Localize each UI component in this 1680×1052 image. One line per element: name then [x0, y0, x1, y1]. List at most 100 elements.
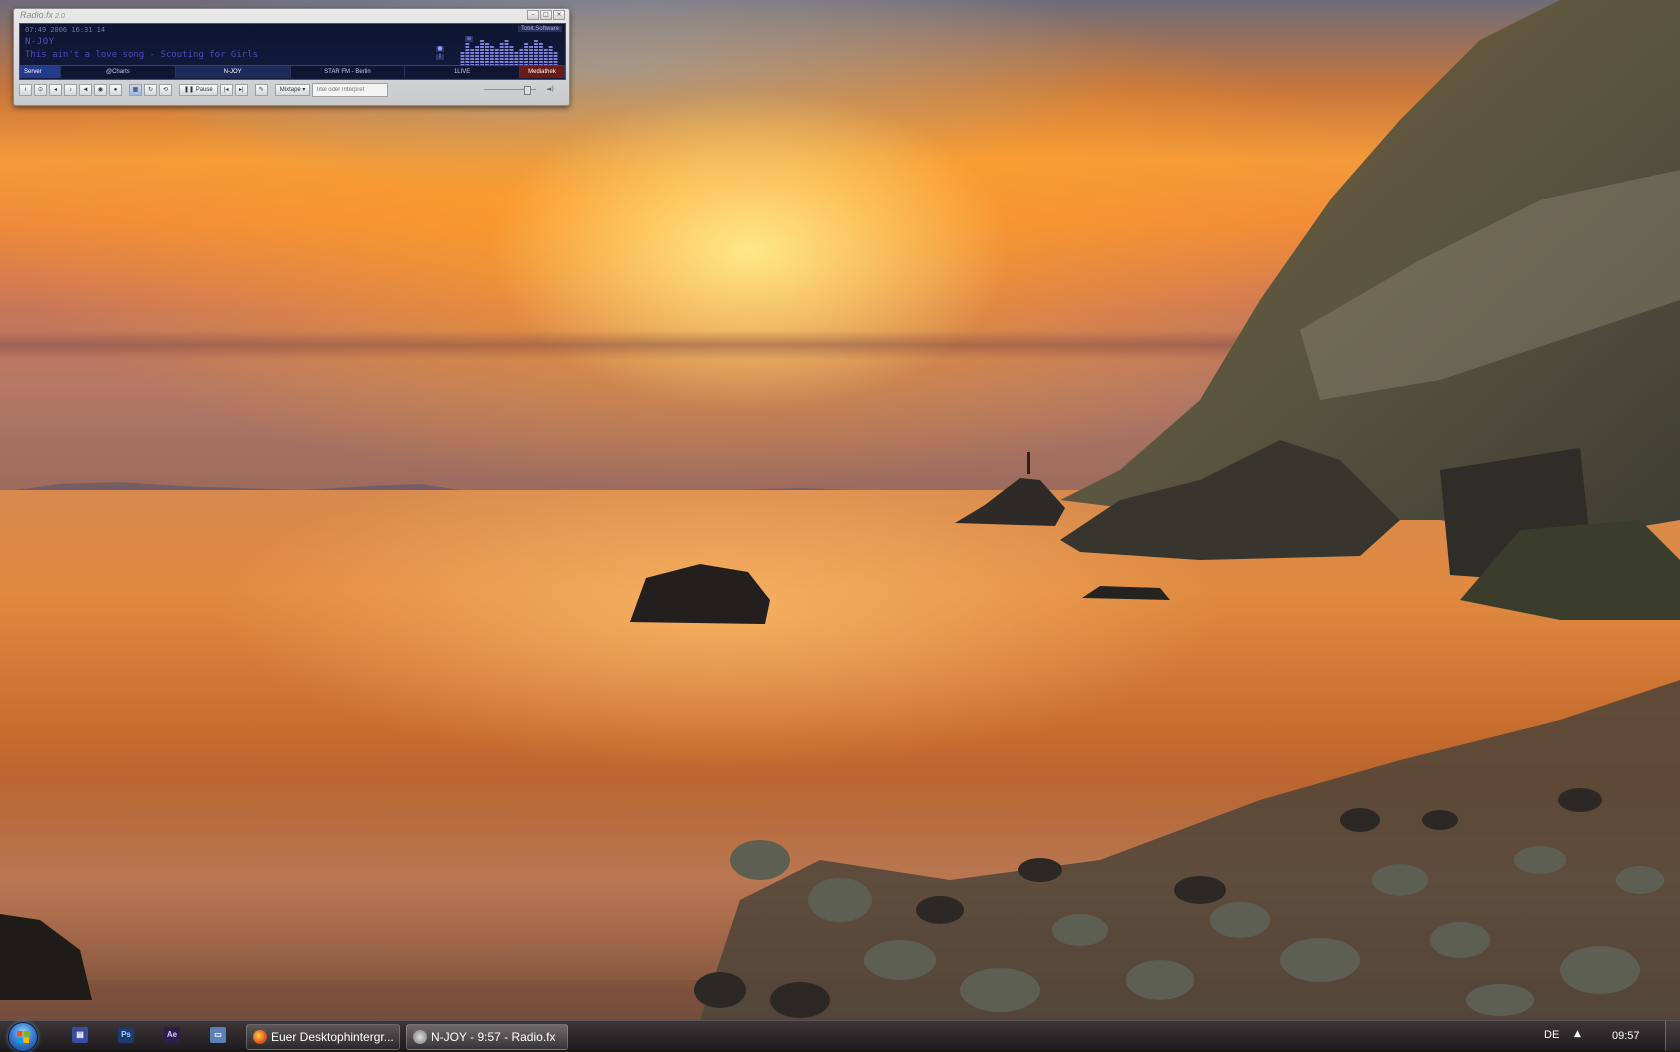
station-tab[interactable]: N-JOY: [175, 66, 291, 78]
spectrum-bar-segment: [509, 61, 514, 63]
spectrum-visualizer: [460, 40, 558, 68]
after-effects-icon[interactable]: Ae: [164, 1027, 180, 1043]
cliff-and-rocks: [0, 0, 1680, 1020]
spectrum-bar-segment: [504, 46, 509, 48]
spectrum-bar-segment: [480, 52, 484, 54]
spectrum-bar-segment: [489, 58, 494, 60]
spectrum-bar-segment: [494, 55, 499, 57]
repeat-button[interactable]: ⟲: [159, 84, 172, 96]
spectrum-bar-segment: [524, 61, 529, 63]
show-desktop-icon[interactable]: ▭: [210, 1027, 226, 1043]
window-title: Radio.fx 2.0: [20, 10, 65, 20]
station-tab[interactable]: @Charts: [61, 66, 176, 78]
photoshop-icon[interactable]: Ps: [118, 1027, 134, 1043]
spectrum-bar-segment: [538, 58, 543, 60]
firefox-icon: [253, 1029, 267, 1044]
spectrum-bar-segment: [465, 58, 470, 60]
show-desktop-button[interactable]: [1665, 1021, 1680, 1051]
spectrum-bar-segment: [538, 43, 543, 45]
spectrum-bar-segment: [509, 58, 514, 60]
station-tab[interactable]: Server: [20, 66, 61, 78]
spectrum-bar-segment: [504, 58, 509, 60]
station-tabs: Server @Charts N-JOY STAR FM - Berlin 1LIVE M…: [20, 65, 565, 78]
task-radiofx[interactable]: N-JOY - 9:57 - Radio.fx: [406, 1024, 568, 1050]
spectrum-bar-segment: [529, 46, 533, 48]
spectrum-bar-segment: [519, 61, 524, 63]
spectrum-bar-segment: [514, 61, 519, 63]
system-clock[interactable]: 09:57: [1612, 1030, 1640, 1042]
settings-wrench-icon[interactable]: ✎: [254, 84, 268, 96]
spectrum-bar-segment: [534, 55, 538, 57]
radiofx-window[interactable]: Radio.fx 2.0 – □ × 07:49 2006 16:31 14 N-…: [13, 8, 570, 106]
spectrum-bar-segment: [494, 52, 499, 54]
volume-knob[interactable]: [524, 86, 531, 95]
task-firefox[interactable]: Euer Desktophintergr...: [246, 1024, 400, 1050]
speaker-icon[interactable]: ◄: [79, 84, 92, 96]
spectrum-bar-segment: [465, 61, 470, 63]
spectrum-bar-segment: [529, 61, 533, 63]
current-station: N-JOY: [25, 37, 55, 47]
close-button[interactable]: ×: [553, 10, 565, 20]
start-button[interactable]: [8, 1022, 38, 1052]
view-toggle-button[interactable]: ▦: [129, 84, 142, 96]
spectrum-bar-segment: [465, 52, 470, 54]
spectrum-bar-segment: [480, 55, 484, 57]
window-titlebar[interactable]: Radio.fx 2.0 – □ ×: [14, 9, 569, 23]
spectrum-bar-segment: [509, 52, 514, 54]
spectrum-bar-segment: [548, 46, 553, 48]
spectrum-bar-segment: [485, 49, 489, 51]
spectrum-bar-segment: [465, 46, 470, 48]
spectrum-bar-segment: [524, 46, 529, 48]
record-button[interactable]: ⊙: [34, 84, 47, 96]
spectrum-bar-segment: [485, 43, 489, 45]
spectrum-bar-segment: [480, 46, 484, 48]
spectrum-bar-segment: [499, 61, 504, 63]
spectrum-bar-segment: [489, 61, 494, 63]
spectrum-bar-segment: [504, 49, 509, 51]
station-tab[interactable]: 1LIVE: [405, 66, 520, 78]
previous-station-button[interactable]: |◂: [219, 84, 233, 96]
spectrum-bar-segment: [509, 49, 514, 51]
maximize-button[interactable]: □: [540, 10, 552, 20]
spectrum-bar-segment: [460, 61, 465, 63]
spectrum-bar-segment: [524, 49, 529, 51]
spectrum-bar-segment: [504, 61, 509, 63]
spectrum-bar-segment: [548, 55, 553, 57]
spectrum-bar-segment: [504, 40, 509, 42]
window-switch-icon[interactable]: ▤: [72, 1027, 88, 1043]
spectrum-bar-segment: [514, 58, 519, 60]
spectrum-bar-segment: [485, 46, 489, 48]
spectrum-bar-segment: [499, 49, 504, 51]
pause-button[interactable]: ❚❚ Pause: [179, 84, 218, 96]
tray-expand-icon[interactable]: ▲: [1574, 1029, 1581, 1039]
info-indicator-icon[interactable]: i: [436, 54, 444, 60]
language-indicator[interactable]: DE: [1544, 1029, 1559, 1041]
spectrum-bar-segment: [465, 55, 470, 57]
spectrum-bar-segment: [470, 58, 475, 60]
chat-icon[interactable]: ●: [109, 84, 122, 96]
spectrum-bar-segment: [489, 46, 494, 48]
mixtape-dropdown[interactable]: Mixtape ▾: [274, 84, 311, 96]
title-search-input[interactable]: [312, 83, 389, 97]
info-button[interactable]: i: [19, 84, 32, 96]
record-indicator-icon[interactable]: ●: [436, 46, 444, 52]
spectrum-bar-segment: [499, 58, 504, 60]
volume-slider[interactable]: ◄): [484, 85, 554, 95]
spectrum-bar-segment: [499, 55, 504, 57]
station-tab[interactable]: Mediathek: [520, 66, 565, 78]
refresh-button[interactable]: ↻: [144, 84, 157, 96]
minimize-button[interactable]: –: [527, 10, 539, 20]
volume-icon[interactable]: ◄): [546, 85, 554, 93]
spectrum-bar-segment: [494, 49, 499, 51]
spectrum-bar-segment: [524, 52, 529, 54]
spectrum-bar-segment: [475, 55, 480, 57]
back-button[interactable]: ◂: [49, 84, 62, 96]
spectrum-bar-segment: [543, 52, 548, 54]
next-station-button[interactable]: ▸|: [234, 84, 248, 96]
spectrum-bar-segment: [509, 46, 514, 48]
spectrum-bar-segment: [465, 49, 470, 51]
station-tab[interactable]: STAR FM - Berlin: [291, 66, 406, 78]
eye-icon[interactable]: ◉: [94, 84, 107, 96]
spectrum-bar-segment: [489, 49, 494, 51]
music-note-icon[interactable]: ♪: [64, 84, 77, 96]
